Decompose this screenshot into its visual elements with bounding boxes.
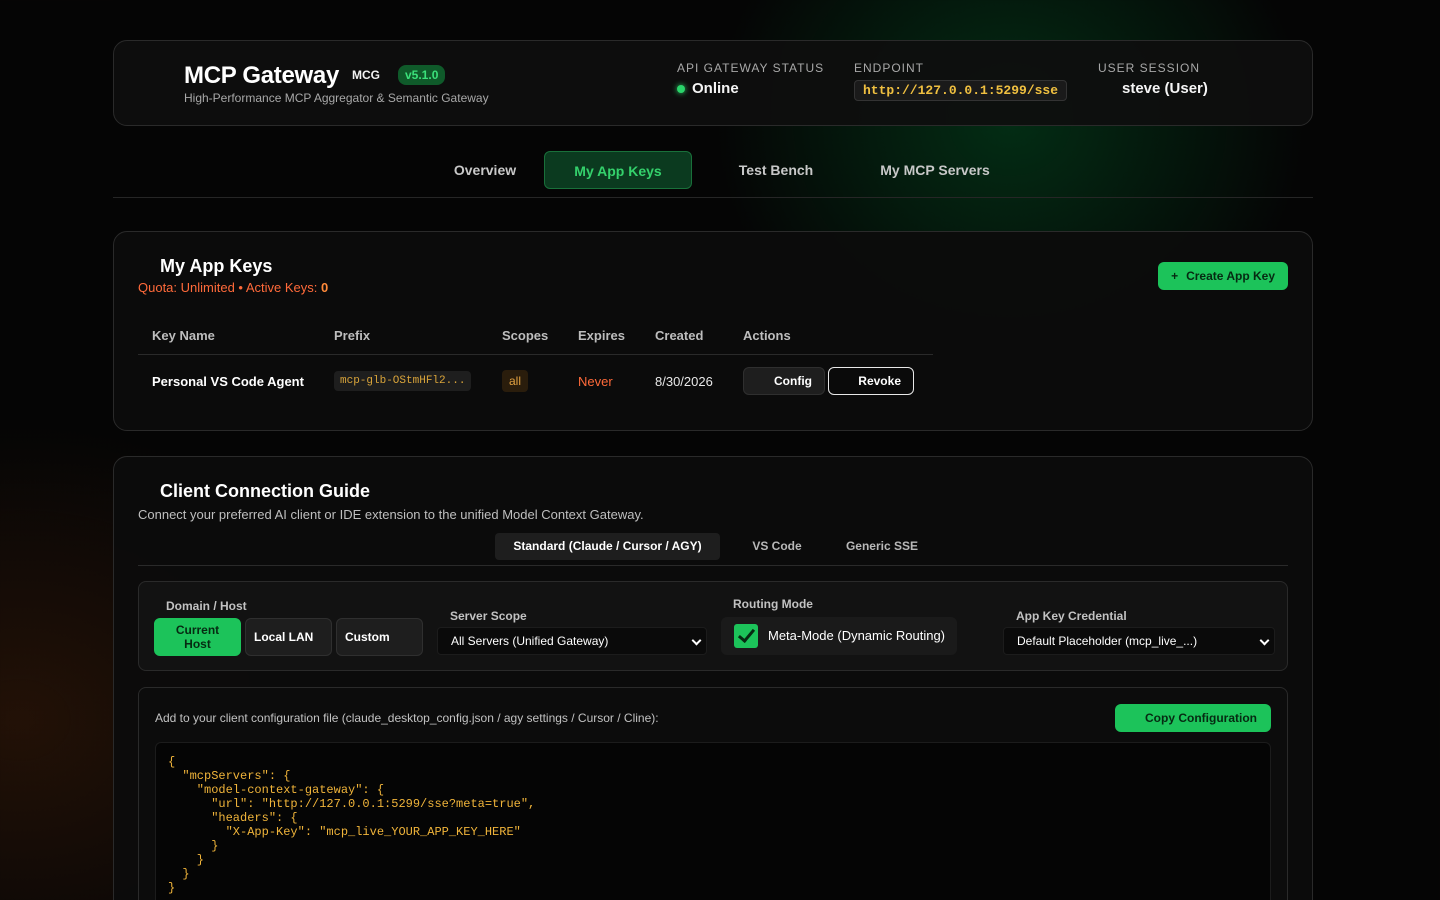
prefix-cell: mcp-glb-OStmHFl2... (320, 354, 488, 408)
gateway-status: Online (677, 80, 739, 97)
routing-mode-toggle[interactable]: Meta-Mode (Dynamic Routing) (721, 617, 957, 655)
copy-configuration-button[interactable]: Copy Configuration (1115, 704, 1271, 732)
guide-description: Connect your preferred AI client or IDE … (138, 507, 644, 522)
config-code: { "mcpServers": { "model-context-gateway… (168, 755, 536, 895)
column-header: Key Name (138, 318, 320, 355)
app-key-credential-value: Default Placeholder (mcp_live_...) (1017, 634, 1198, 648)
user-session-value: steve (User) (1122, 80, 1208, 97)
version-badge: v5.1.0 (398, 65, 446, 85)
guide-title: Client Connection Guide (160, 481, 370, 501)
app-title: MCP Gateway (184, 62, 339, 89)
app-keys-title: My App Keys (160, 256, 273, 276)
actions-cell: Config Revoke (729, 354, 933, 408)
header-card: MCP Gateway MCG v5.1.0 High-Performance … (113, 40, 1313, 126)
quota-text: Quota: Unlimited • Active Keys: 0 (138, 280, 328, 295)
create-app-key-label: Create App Key (1186, 269, 1275, 283)
status-online-dot-icon (677, 84, 685, 93)
revoke-button[interactable]: Revoke (828, 367, 914, 396)
endpoint-value[interactable]: http://127.0.0.1:5299/sse (854, 80, 1068, 101)
config-snippet-box: Add to your client configuration file (c… (138, 687, 1288, 900)
quota-label: Quota: Unlimited • Active Keys: (138, 280, 322, 295)
server-scope-select[interactable]: All Servers (Unified Gateway) (437, 627, 707, 655)
config-code-block[interactable]: { "mcpServers": { "model-context-gateway… (155, 742, 1271, 900)
guide-tabs: Standard (Claude / Cursor / AGY) VS Code… (138, 532, 1288, 566)
host-current-button[interactable]: Current Host (154, 618, 241, 656)
table-row: Personal VS Code Agent mcp-glb-OStmHFl2.… (138, 354, 933, 408)
key-prefix: mcp-glb-OStmHFl2... (334, 371, 472, 392)
endpoint-label: ENDPOINT (854, 61, 925, 75)
tab-test-bench[interactable]: Test Bench (716, 151, 836, 189)
create-app-key-button[interactable]: + Create App Key (1158, 262, 1288, 290)
host-local-lan-button[interactable]: Local LAN (245, 618, 332, 656)
tab-my-mcp-servers[interactable]: My MCP Servers (865, 151, 1005, 189)
client-connection-guide-card: Client Connection Guide Connect your pre… (113, 456, 1313, 900)
column-header: Expires (564, 318, 641, 355)
config-button[interactable]: Config (743, 367, 825, 396)
app-key-credential-label: App Key Credential (1016, 609, 1127, 623)
active-keys-count: 0 (321, 280, 329, 295)
gateway-status-label: API GATEWAY STATUS (677, 61, 825, 75)
column-header: Created (641, 318, 729, 355)
column-header: Prefix (320, 318, 488, 355)
column-header: Scopes (488, 318, 564, 355)
tab-generic-sse[interactable]: Generic SSE (834, 533, 930, 560)
plus-icon: + (1171, 269, 1179, 283)
tab-overview[interactable]: Overview (435, 151, 535, 189)
routing-mode-value: Meta-Mode (Dynamic Routing) (768, 628, 946, 643)
gateway-status-value: Online (692, 80, 739, 97)
user-session-label: USER SESSION (1098, 61, 1201, 75)
server-scope-label: Server Scope (450, 609, 527, 623)
app-keys-table: Key Name Prefix Scopes Expires Created A… (138, 318, 933, 408)
scope-cell: all (488, 354, 564, 408)
column-header: Actions (729, 318, 933, 355)
created-cell: 8/30/2026 (655, 373, 713, 389)
app-keys-card: My App Keys Quota: Unlimited • Active Ke… (113, 231, 1313, 431)
app-key-credential-select[interactable]: Default Placeholder (mcp_live_...) (1003, 627, 1275, 655)
expires-cell: Never (578, 373, 613, 389)
config-hint: Add to your client configuration file (c… (155, 711, 659, 725)
chevron-down-icon (691, 635, 702, 646)
tab-standard-clients[interactable]: Standard (Claude / Cursor / AGY) (495, 533, 720, 560)
app-subtitle: High-Performance MCP Aggregator & Semant… (184, 91, 489, 105)
chevron-down-icon (1259, 635, 1270, 646)
host-custom-button[interactable]: Custom (336, 618, 423, 656)
routing-mode-label: Routing Mode (733, 597, 813, 611)
checkbox-checked-icon[interactable] (734, 624, 758, 648)
tab-vs-code[interactable]: VS Code (738, 533, 816, 560)
app-tag: MCG (352, 68, 380, 82)
table-header-row: Key Name Prefix Scopes Expires Created A… (138, 318, 933, 355)
key-name-cell: Personal VS Code Agent (152, 373, 304, 389)
domain-host-label: Domain / Host (166, 599, 247, 613)
server-scope-value: All Servers (Unified Gateway) (451, 634, 609, 648)
main-nav: Overview My App Keys Test Bench My MCP S… (113, 150, 1313, 198)
tab-my-app-keys[interactable]: My App Keys (544, 151, 692, 189)
scope-badge: all (502, 370, 529, 393)
connection-options: Domain / Host Current Host Local LAN Cus… (138, 581, 1288, 671)
